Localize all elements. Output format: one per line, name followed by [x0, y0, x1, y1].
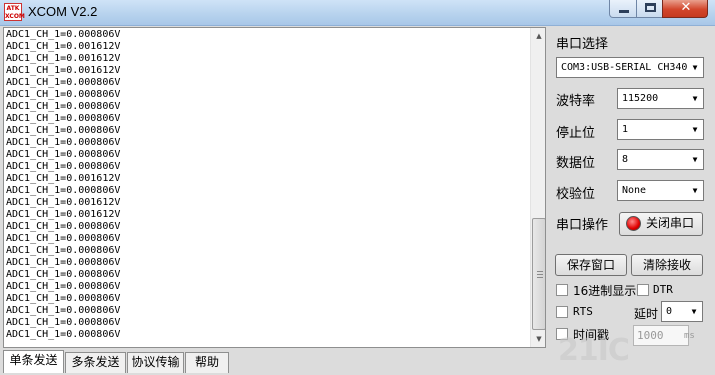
maximize-button[interactable]	[636, 0, 663, 18]
receive-line: ADC1_CH_1=0.001612V	[6, 53, 121, 64]
delay-value: 0	[666, 306, 673, 317]
baud-select[interactable]: 115200 ▼	[617, 88, 704, 109]
watermark: 21IC	[558, 333, 630, 368]
grip-icon	[537, 274, 543, 275]
stop-bits-value: 1	[622, 124, 629, 135]
receive-line: ADC1_CH_1=0.001612V	[6, 65, 121, 76]
chevron-down-icon: ▼	[687, 58, 703, 77]
maximize-icon	[645, 3, 656, 12]
dtr-checkbox[interactable]	[637, 284, 649, 296]
save-window-button[interactable]: 保存窗口	[555, 254, 627, 276]
data-bits-select[interactable]: 8 ▼	[617, 149, 704, 170]
grip-icon	[537, 271, 543, 272]
delay-select[interactable]: 0 ▼	[661, 301, 703, 322]
parity-label: 校验位	[556, 187, 596, 202]
app-icon: ATK XCOM	[4, 3, 25, 21]
receive-line: ADC1_CH_1=0.000806V	[6, 233, 121, 244]
parity-select[interactable]: None ▼	[617, 180, 704, 201]
receive-line: ADC1_CH_1=0.001612V	[6, 41, 121, 52]
port-label: 串口选择	[556, 37, 609, 52]
receive-line: ADC1_CH_1=0.000806V	[6, 293, 121, 304]
port-value: COM3:USB-SERIAL CH340	[561, 62, 688, 73]
receive-area[interactable]: ADC1_CH_1=0.000806V ADC1_CH_1=0.001612V AD…	[3, 27, 546, 348]
data-bits-label: 数据位	[556, 156, 596, 171]
port-status-icon	[626, 216, 641, 231]
receive-line: ADC1_CH_1=0.000806V	[6, 281, 121, 292]
scroll-up-icon[interactable]: ▲	[531, 28, 545, 44]
receive-line: ADC1_CH_1=0.000806V	[6, 317, 121, 328]
receive-line: ADC1_CH_1=0.000806V	[6, 89, 121, 100]
receive-line: ADC1_CH_1=0.000806V	[6, 149, 121, 160]
port-operation-label: 串口操作	[556, 218, 609, 233]
receive-line: ADC1_CH_1=0.001612V	[6, 209, 121, 220]
window-title: XCOM V2.2	[28, 4, 98, 19]
chevron-down-icon: ▼	[687, 120, 703, 139]
scroll-down-icon[interactable]: ▼	[531, 331, 545, 347]
parity-value: None	[622, 185, 647, 196]
stop-bits-label: 停止位	[556, 126, 596, 141]
receive-line: ADC1_CH_1=0.000806V	[6, 245, 121, 256]
receive-line: ADC1_CH_1=0.000806V	[6, 185, 121, 196]
receive-line: ADC1_CH_1=0.000806V	[6, 29, 121, 40]
scroll-thumb[interactable]	[532, 218, 545, 330]
receive-line: ADC1_CH_1=0.000806V	[6, 77, 121, 88]
receive-line: ADC1_CH_1=0.000806V	[6, 329, 121, 340]
receive-line: ADC1_CH_1=0.001612V	[6, 197, 121, 208]
receive-line: ADC1_CH_1=0.000806V	[6, 113, 121, 124]
close-icon: ✕	[680, 0, 692, 15]
tab-single-send[interactable]: 单条发送	[3, 350, 64, 373]
baud-value: 115200	[622, 93, 659, 104]
minimize-icon	[619, 10, 629, 13]
timestamp-interval-input[interactable]: 1000	[633, 325, 689, 346]
chevron-down-icon: ▼	[687, 150, 703, 169]
receive-line: ADC1_CH_1=0.000806V	[6, 161, 121, 172]
hex-display-checkbox[interactable]	[556, 284, 568, 296]
clear-receive-button[interactable]: 清除接收	[631, 254, 703, 276]
close-port-button[interactable]: 关闭串口	[619, 212, 703, 236]
receive-line: ADC1_CH_1=0.001612V	[6, 173, 121, 184]
vertical-scrollbar[interactable]: ▲ ▼	[530, 28, 545, 347]
baud-label: 波特率	[556, 94, 596, 109]
chevron-down-icon: ▼	[687, 181, 703, 200]
port-select[interactable]: COM3:USB-SERIAL CH340 ▼	[556, 57, 704, 78]
delay-label: 延时	[634, 307, 659, 321]
hex-display-label: 16进制显示	[573, 284, 637, 298]
grip-icon	[537, 277, 543, 278]
title-bar[interactable]: ATK XCOM XCOM V2.2 ✕	[0, 0, 715, 26]
chevron-down-icon: ▼	[687, 89, 703, 108]
receive-line: ADC1_CH_1=0.000806V	[6, 305, 121, 316]
chevron-down-icon: ▼	[686, 302, 702, 321]
stop-bits-select[interactable]: 1 ▼	[617, 119, 704, 140]
tab-protocol[interactable]: 协议传输	[127, 352, 184, 373]
receive-line: ADC1_CH_1=0.000806V	[6, 257, 121, 268]
receive-line: ADC1_CH_1=0.000806V	[6, 269, 121, 280]
receive-text: ADC1_CH_1=0.000806V ADC1_CH_1=0.001612V AD…	[6, 29, 526, 341]
ms-label: ms	[684, 331, 695, 341]
send-tabs: 单条发送 多条发送 协议传输 帮助	[3, 350, 546, 375]
receive-line: ADC1_CH_1=0.000806V	[6, 125, 121, 136]
data-bits-value: 8	[622, 154, 629, 165]
rts-label: RTS	[573, 305, 593, 318]
receive-line: ADC1_CH_1=0.000806V	[6, 101, 121, 112]
tab-help[interactable]: 帮助	[185, 352, 229, 373]
receive-line: ADC1_CH_1=0.000806V	[6, 137, 121, 148]
settings-panel: 串口选择 COM3:USB-SERIAL CH340 ▼ 波特率 115200 …	[549, 27, 715, 375]
tab-multi-send[interactable]: 多条发送	[65, 352, 126, 373]
receive-line: ADC1_CH_1=0.000806V	[6, 221, 121, 232]
close-button[interactable]: ✕	[662, 0, 708, 18]
minimize-button[interactable]	[609, 0, 637, 18]
dtr-label: DTR	[653, 283, 673, 296]
rts-checkbox[interactable]	[556, 306, 568, 318]
